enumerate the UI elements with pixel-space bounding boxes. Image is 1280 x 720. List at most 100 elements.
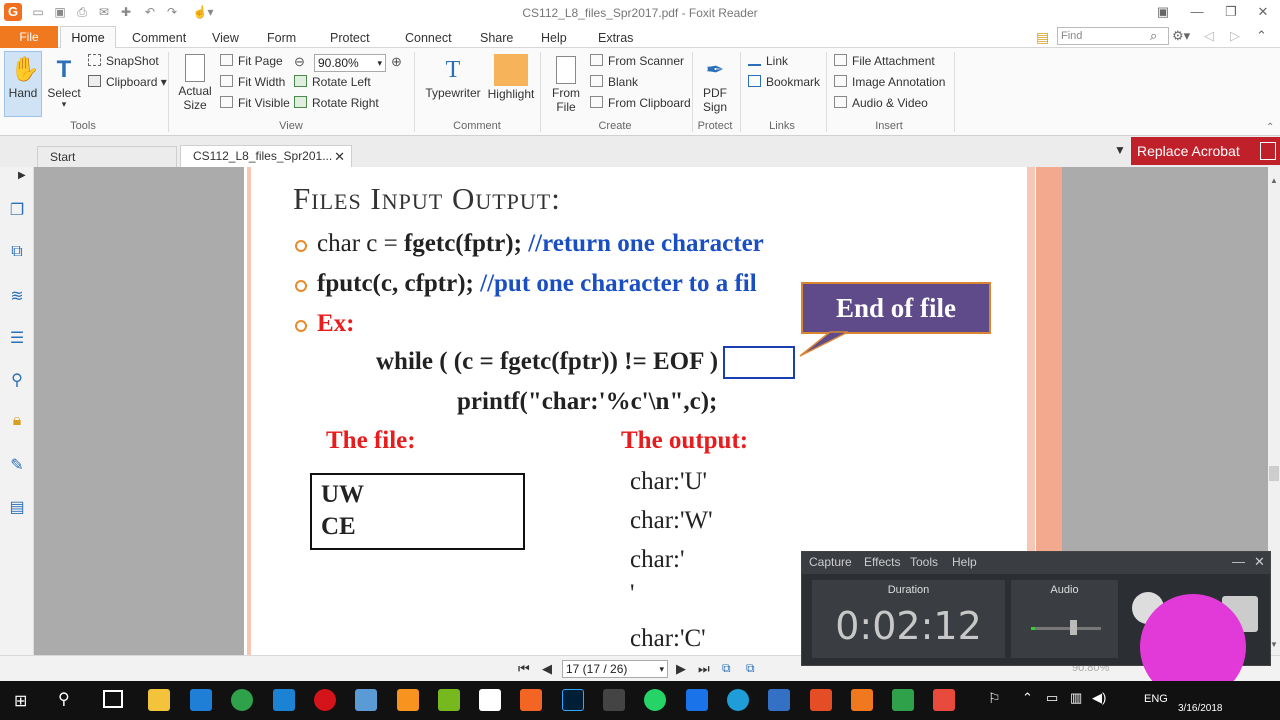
image-annotation-button[interactable]: Image Annotation: [834, 73, 945, 92]
maximize-button[interactable]: ❐: [1214, 2, 1248, 22]
tab-view[interactable]: View: [212, 26, 239, 48]
tab-home[interactable]: Home: [60, 26, 116, 49]
settings-app-icon[interactable]: [686, 689, 708, 711]
gear-icon[interactable]: ⚙▾: [1172, 28, 1190, 44]
tab-start[interactable]: Start: [37, 146, 177, 167]
pages-panel-icon[interactable]: ⧉: [7, 243, 27, 263]
page-view-icon[interactable]: ⧉: [722, 661, 731, 676]
highlight-button[interactable]: Highlight: [486, 87, 536, 101]
from-file-button[interactable]: From File: [548, 56, 584, 114]
scroll-down-icon[interactable]: ▼: [1270, 640, 1278, 649]
from-scanner-button[interactable]: From Scanner: [590, 52, 684, 71]
actual-size-button[interactable]: Actual Size: [176, 54, 214, 112]
link-button[interactable]: Link: [748, 52, 788, 71]
forward-icon[interactable]: ▷: [1230, 28, 1240, 44]
people-icon[interactable]: ⚐: [988, 690, 1001, 707]
zoom-out-icon[interactable]: ⊖: [294, 54, 305, 70]
from-clipboard-button[interactable]: From Clipboard: [590, 94, 691, 113]
recorder-menu-tools[interactable]: Tools: [910, 555, 938, 569]
edge-icon[interactable]: [273, 689, 295, 711]
collapse-ribbon-icon[interactable]: ⌃: [1256, 28, 1267, 44]
last-page-icon[interactable]: ⏭: [698, 661, 710, 677]
typewriter-button[interactable]: T Typewriter: [424, 56, 482, 100]
recorder-minimize-button[interactable]: —: [1232, 554, 1245, 569]
app-grid-icon[interactable]: [810, 689, 832, 711]
task-view-icon[interactable]: [103, 690, 123, 708]
page-number-input[interactable]: 17 (17 / 26) ▾: [562, 660, 668, 678]
bookmarks-panel-icon[interactable]: ❐: [7, 200, 27, 220]
network-icon[interactable]: ▥: [1070, 690, 1082, 706]
content-panel-icon[interactable]: ▤: [7, 497, 27, 517]
zoom-in-icon[interactable]: ⊕: [391, 54, 402, 70]
signatures-panel-icon[interactable]: ✎: [7, 455, 27, 475]
minimize-button[interactable]: —: [1180, 2, 1214, 22]
tab-document[interactable]: CS112_L8_files_Spr201... ✕: [180, 145, 352, 167]
fit-visible-button[interactable]: Fit Visible: [220, 94, 290, 113]
store-icon[interactable]: [190, 689, 212, 711]
scroll-thumb[interactable]: [1269, 466, 1279, 481]
clipboard-button[interactable]: Clipboard ▾: [88, 73, 167, 92]
app-cube-icon[interactable]: [355, 689, 377, 711]
xampp-icon[interactable]: [520, 689, 542, 711]
language-indicator[interactable]: ENG: [1144, 693, 1168, 705]
audio-volume-slider[interactable]: [1070, 620, 1077, 635]
sublime-icon[interactable]: [397, 689, 419, 711]
photoshop-icon[interactable]: [562, 689, 584, 711]
comments-panel-icon[interactable]: ☰: [7, 328, 27, 348]
notepad-icon[interactable]: [479, 689, 501, 711]
opera-icon[interactable]: [314, 689, 336, 711]
file-attachment-button[interactable]: File Attachment: [834, 52, 935, 71]
file-explorer-icon[interactable]: [148, 689, 170, 711]
layers-panel-icon[interactable]: ≋: [7, 286, 27, 306]
battery-icon[interactable]: ▭: [1046, 690, 1058, 706]
tab-share[interactable]: Share: [480, 26, 513, 48]
ribbon-options-icon[interactable]: ▣: [1146, 2, 1180, 22]
blank-button[interactable]: Blank: [590, 73, 638, 92]
security-panel-icon[interactable]: 🔒︎: [7, 412, 27, 432]
recorder-menu-effects[interactable]: Effects: [864, 555, 900, 569]
pdf-sign-button[interactable]: ✒ PDF Sign: [698, 56, 732, 114]
rotate-right-button[interactable]: Rotate Right: [294, 94, 379, 113]
fit-page-button[interactable]: Fit Page: [220, 52, 283, 71]
close-button[interactable]: ✕: [1246, 2, 1280, 22]
bookmark-button[interactable]: Bookmark: [748, 73, 820, 92]
tab-connect[interactable]: Connect: [405, 26, 452, 48]
back-icon[interactable]: ◁: [1204, 28, 1214, 44]
select-tool-button[interactable]: T Select ▾: [44, 56, 84, 109]
previous-page-icon[interactable]: ◀: [542, 661, 552, 677]
snapshot-button[interactable]: SnapShot: [88, 52, 159, 71]
scroll-up-icon[interactable]: ▲: [1270, 176, 1278, 185]
attachments-panel-icon[interactable]: ⚲: [7, 370, 27, 390]
volume-icon[interactable]: ◀): [1092, 690, 1106, 706]
edge-dev-icon[interactable]: [727, 689, 749, 711]
chrome-icon[interactable]: [231, 689, 253, 711]
recorder-menu-help[interactable]: Help: [952, 555, 977, 569]
file-menu[interactable]: File: [0, 26, 58, 48]
tabs-dropdown-icon[interactable]: ▼: [1114, 143, 1126, 157]
zoom-select[interactable]: 90.80% ▾: [314, 54, 386, 72]
folder-search-icon[interactable]: ▤: [1036, 29, 1052, 45]
camtasia-green-icon[interactable]: [892, 689, 914, 711]
search-icon[interactable]: ⌕: [1150, 28, 1157, 44]
next-page-icon[interactable]: ▶: [676, 661, 686, 677]
replace-acrobat-button[interactable]: Replace Acrobat: [1131, 137, 1280, 165]
tab-help[interactable]: Help: [541, 26, 567, 48]
tab-protect[interactable]: Protect: [330, 26, 370, 48]
search-taskbar-icon[interactable]: ⚲: [58, 689, 70, 709]
recorder-menu-capture[interactable]: Capture: [809, 555, 852, 569]
start-icon[interactable]: ⊞: [14, 691, 32, 710]
fit-width-button[interactable]: Fit Width: [220, 73, 285, 92]
page-view-2-icon[interactable]: ⧉: [746, 661, 755, 676]
whatsapp-icon[interactable]: [644, 689, 666, 711]
minecraft-icon[interactable]: [438, 689, 460, 711]
star-app-icon[interactable]: [768, 689, 790, 711]
tab-extras[interactable]: Extras: [598, 26, 633, 48]
first-page-icon[interactable]: ⏮: [518, 661, 530, 677]
camtasia-recorder-icon[interactable]: [933, 689, 955, 711]
close-tab-icon[interactable]: ✕: [334, 146, 345, 167]
foxit-taskbar-icon[interactable]: [851, 689, 873, 711]
expand-panel-icon[interactable]: ▶: [18, 170, 26, 181]
audio-video-button[interactable]: Audio & Video: [834, 94, 928, 113]
scissors-icon[interactable]: [603, 689, 625, 711]
hand-tool-button[interactable]: ✋ Hand: [4, 56, 42, 100]
